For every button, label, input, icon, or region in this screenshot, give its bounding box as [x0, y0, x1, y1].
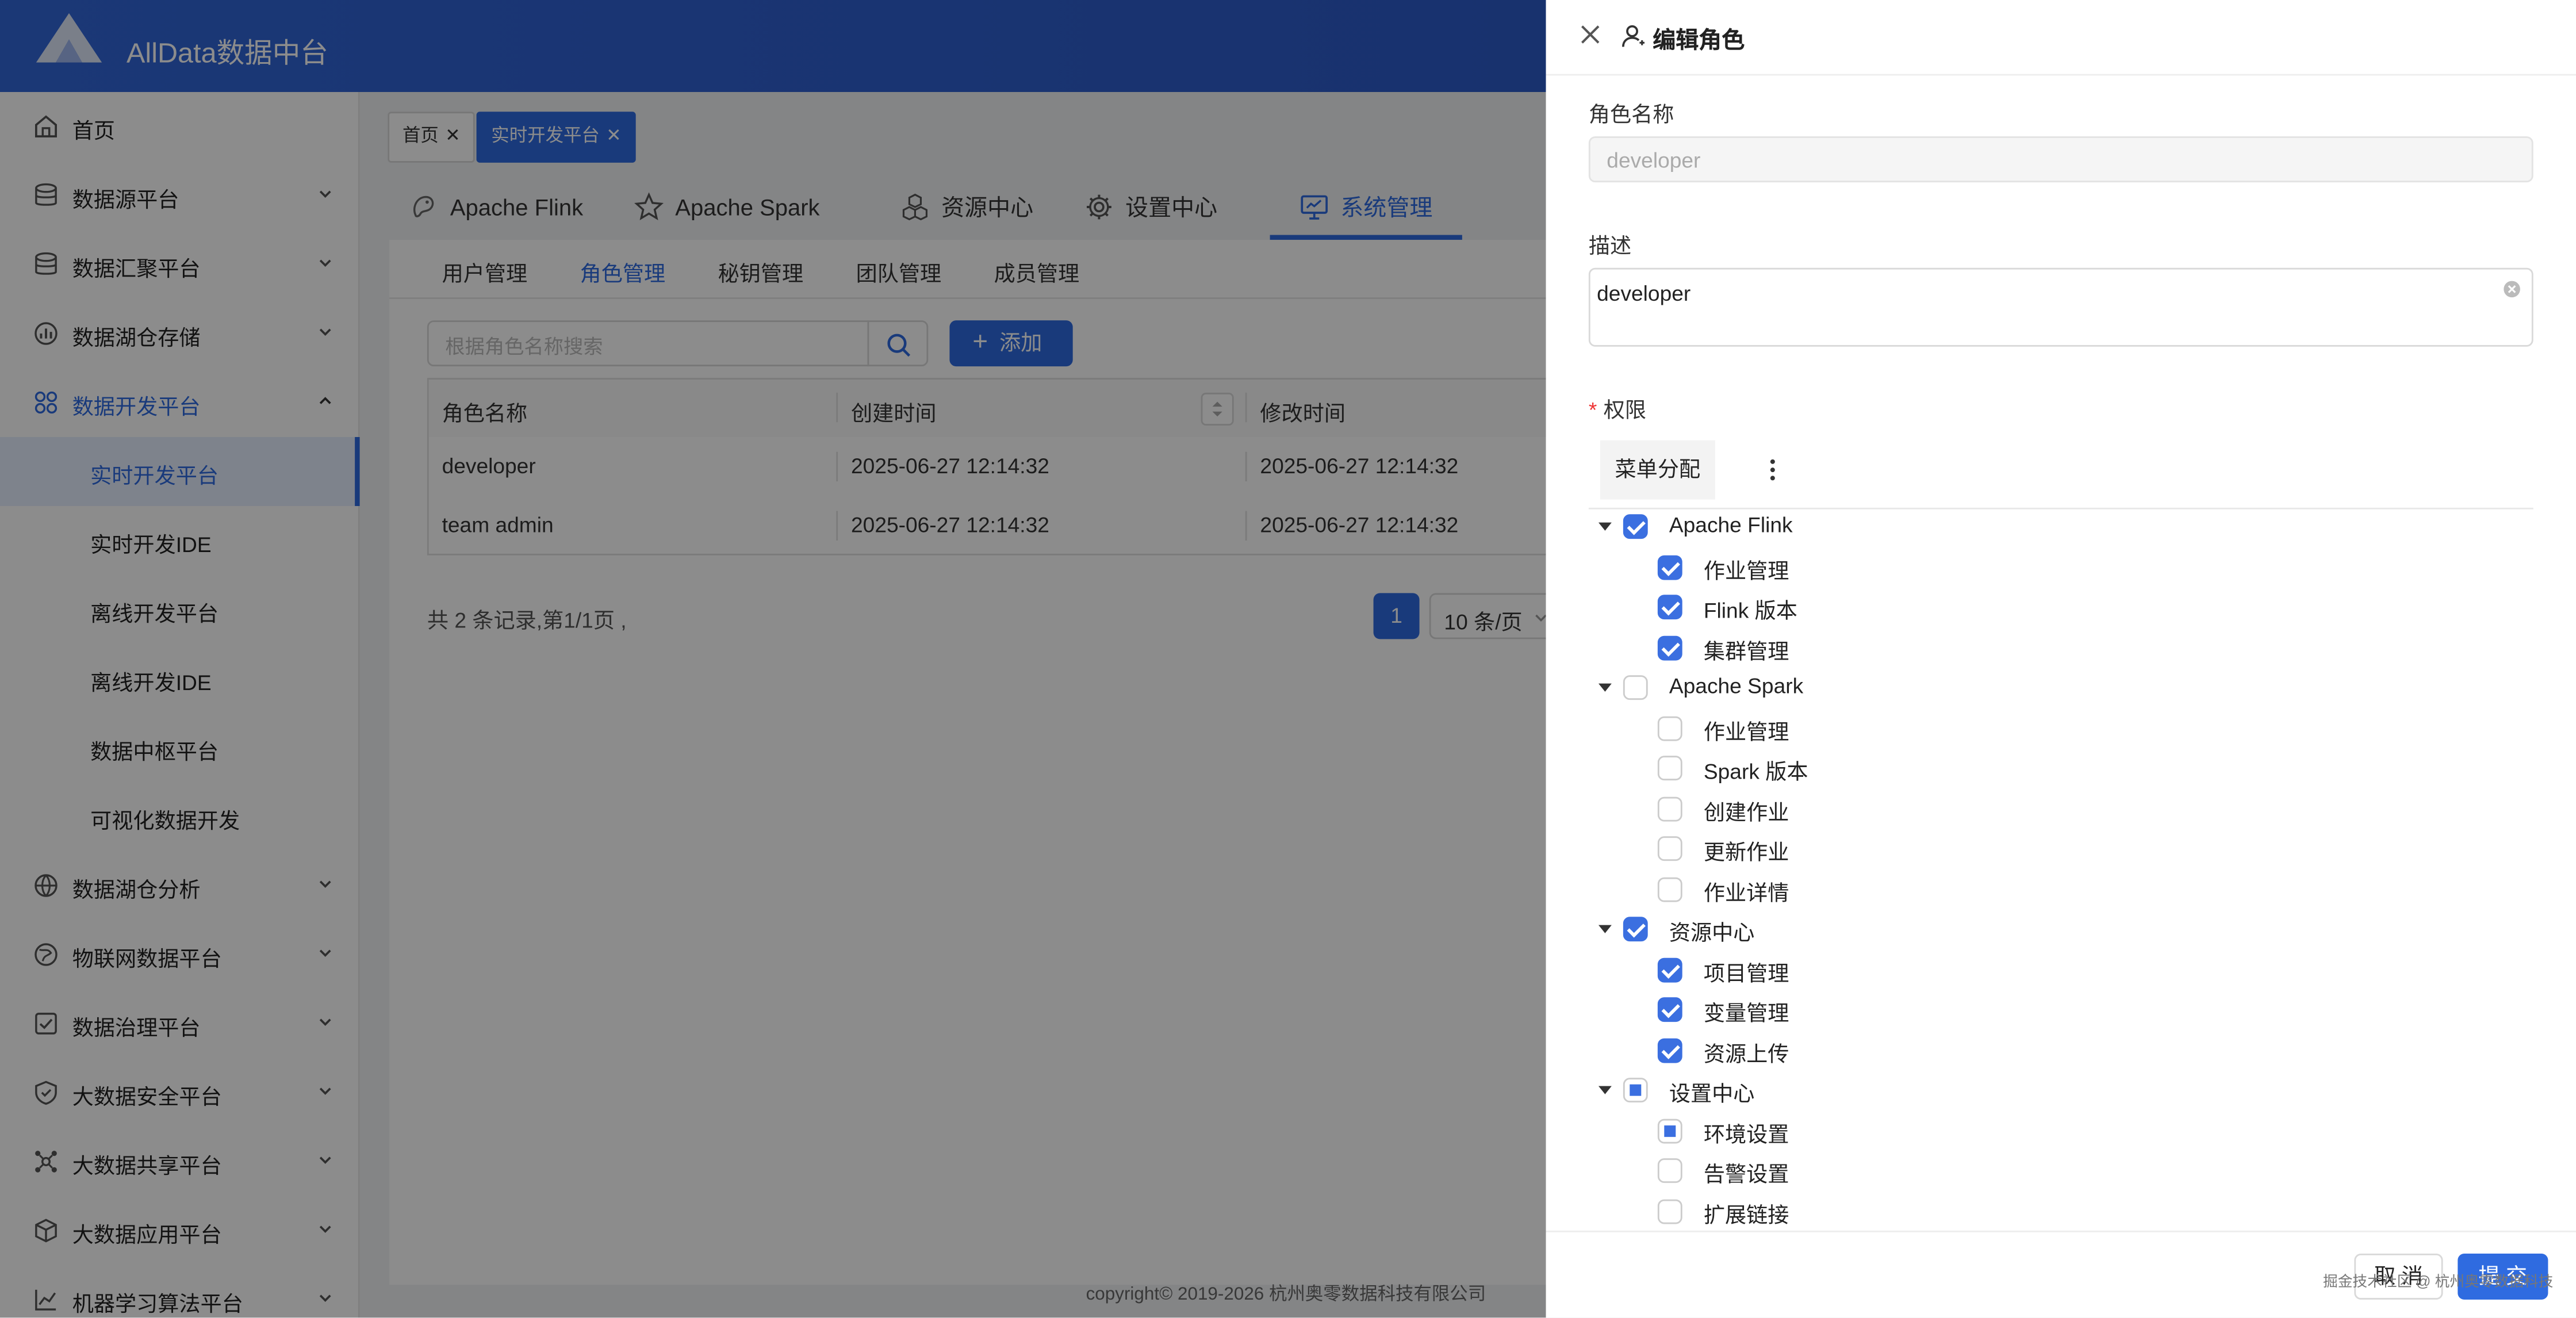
caret-down-icon[interactable]	[1598, 925, 1612, 933]
tree-node[interactable]: 资源上传	[1589, 1033, 2509, 1072]
tree-node[interactable]: 环境设置	[1589, 1113, 2509, 1153]
tree-node[interactable]: 创建作业	[1589, 791, 2509, 831]
modal-mask[interactable]	[0, 0, 1546, 1318]
tree-node[interactable]: 作业管理	[1589, 711, 2509, 750]
tree-node[interactable]: Flink 版本	[1589, 590, 2509, 630]
clear-icon[interactable]	[2502, 279, 2521, 299]
tree-node[interactable]: 设置中心	[1589, 1073, 2509, 1113]
drawer-header: 编辑角色	[1546, 0, 2576, 76]
tree-checkbox[interactable]	[1657, 715, 1682, 741]
tree-node[interactable]: Spark 版本	[1589, 751, 2509, 791]
role-name-label: 角色名称	[1588, 102, 1674, 127]
tree-node-label: 告警设置	[1703, 1162, 1789, 1186]
tree-node-label: 创建作业	[1703, 799, 1789, 824]
tree-node-label: 资源中心	[1669, 920, 1755, 945]
description-value: developer	[1597, 281, 1691, 306]
tree-checkbox[interactable]	[1657, 1118, 1682, 1143]
tree-node[interactable]: 项目管理	[1589, 952, 2509, 992]
tree-node-label: 环境设置	[1703, 1121, 1789, 1146]
tree-checkbox[interactable]	[1657, 1037, 1682, 1063]
tree-checkbox[interactable]	[1657, 635, 1682, 660]
tree-node-label: 更新作业	[1703, 840, 1789, 864]
tree-node[interactable]: 告警设置	[1589, 1154, 2509, 1193]
tree-node-label: 作业详情	[1703, 880, 1789, 905]
tree-checkbox[interactable]	[1657, 554, 1682, 580]
tree-checkbox[interactable]	[1623, 1078, 1648, 1103]
menu-assign-tab[interactable]: 菜单分配	[1600, 440, 1715, 500]
tree-checkbox[interactable]	[1623, 917, 1648, 942]
tree-node[interactable]: Apache Spark	[1589, 671, 2509, 710]
watermark: 掘金技术社区 @ 杭州奥零数据科技	[2323, 1273, 2554, 1290]
tree-checkbox[interactable]	[1657, 957, 1682, 982]
drawer-title: 编辑角色	[1653, 26, 1745, 53]
tree-node[interactable]: 作业管理	[1589, 550, 2509, 589]
description-textarea[interactable]: developer	[1588, 267, 2533, 347]
permission-label: * 权限	[1589, 393, 1646, 424]
tree-node[interactable]: 扩展链接	[1589, 1194, 2509, 1229]
tree-node-label: Spark 版本	[1703, 759, 1808, 784]
tree-node[interactable]: Apache Flink	[1589, 509, 2509, 549]
tree-node-label: Flink 版本	[1703, 598, 1797, 623]
description-label: 描述	[1588, 233, 1632, 258]
tree-node[interactable]: 更新作业	[1589, 832, 2509, 871]
tree-node[interactable]: 变量管理	[1589, 993, 2509, 1032]
tree-node-label: 作业管理	[1703, 558, 1789, 583]
tree-checkbox[interactable]	[1623, 675, 1648, 700]
tree-node-label: 扩展链接	[1703, 1202, 1789, 1227]
permission-label-text: 权限	[1603, 397, 1647, 423]
role-name-input[interactable]: developer	[1588, 136, 2533, 183]
tree-node[interactable]: 作业详情	[1589, 872, 2509, 911]
drawer-footer: 取 消 提 交 掘金技术社区 @ 杭州奥零数据科技	[1546, 1231, 2576, 1317]
tree-node-label: 资源上传	[1703, 1041, 1789, 1066]
tree-checkbox[interactable]	[1657, 876, 1682, 902]
caret-down-icon[interactable]	[1598, 522, 1612, 531]
tree-checkbox[interactable]	[1623, 514, 1648, 539]
tree-node-label: 变量管理	[1703, 1001, 1789, 1025]
tree-node-label: 集群管理	[1703, 638, 1789, 663]
tree-node[interactable]: 资源中心	[1589, 912, 2509, 952]
user-icon	[1621, 25, 1644, 47]
tree-node-label: 作业管理	[1703, 719, 1789, 744]
tree-node-label: 设置中心	[1669, 1081, 1755, 1106]
tree-checkbox[interactable]	[1657, 595, 1682, 620]
caret-down-icon[interactable]	[1598, 1086, 1612, 1094]
permission-tree: Apache Flink 作业管理 Flink 版本 集群管理 Apache Spark…	[1589, 509, 2533, 1229]
edit-role-drawer: 编辑角色 角色名称 developer 描述 developer * 权限 菜单分…	[1546, 0, 2576, 1318]
required-mark: *	[1588, 397, 1597, 423]
tree-checkbox[interactable]	[1657, 1198, 1682, 1224]
tree-node-label: Apache Spark	[1669, 673, 1804, 699]
tree-checkbox[interactable]	[1657, 1158, 1682, 1183]
caret-down-icon[interactable]	[1598, 683, 1612, 692]
tree-node[interactable]: 集群管理	[1589, 630, 2509, 670]
tree-node-label: 项目管理	[1703, 960, 1789, 985]
tree-checkbox[interactable]	[1657, 997, 1682, 1022]
more-vertical-icon[interactable]	[1759, 457, 1786, 483]
tree-node-label: Apache Flink	[1669, 512, 1793, 538]
tree-checkbox[interactable]	[1657, 836, 1682, 861]
close-icon[interactable]	[1579, 23, 1602, 46]
tree-checkbox[interactable]	[1657, 756, 1682, 781]
tree-checkbox[interactable]	[1657, 796, 1682, 821]
